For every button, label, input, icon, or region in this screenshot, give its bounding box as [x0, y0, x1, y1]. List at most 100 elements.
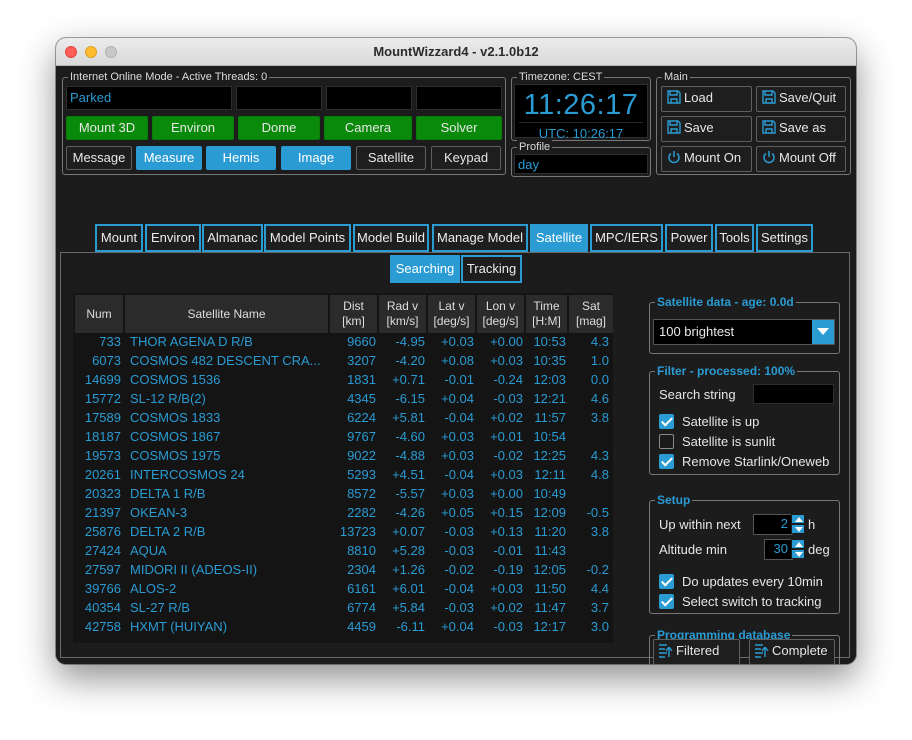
switch-to-tracking-checkbox[interactable] [659, 594, 674, 609]
cell-rad-v: +5.28 [392, 543, 425, 558]
tab-settings[interactable]: Settings [756, 224, 813, 252]
image-button[interactable]: Image [281, 146, 351, 170]
header-rad-v[interactable]: Rad v [km/s] [379, 295, 427, 333]
tab-almanac[interactable]: Almanac [202, 224, 263, 252]
header-sat-mag[interactable]: Sat [mag] [569, 295, 613, 333]
header-time[interactable]: Time [H:M] [526, 295, 568, 333]
table-row[interactable]: 27597 MIDORI II (ADEOS-II) 2304 +1.26 -0.02 -… [73, 561, 613, 580]
cell-name: COSMOS 1867 [130, 429, 221, 444]
window-title: MountWizzard4 - v2.1.0b12 [373, 44, 539, 59]
tab-tools[interactable]: Tools [715, 224, 754, 252]
header-num[interactable]: Num [75, 295, 124, 333]
cell-lon-v: -0.02 [493, 448, 523, 463]
mount-off-button[interactable]: Mount Off [756, 146, 846, 172]
search-string-input[interactable] [753, 384, 834, 404]
table-row[interactable]: 19573 COSMOS 1975 9022 -4.88 +0.03 -0.02 12:25… [73, 447, 613, 466]
load-button[interactable]: Load [661, 86, 752, 112]
cell-dist: 2304 [347, 562, 376, 577]
measure-button[interactable]: Measure [136, 146, 202, 170]
tab-environ[interactable]: Environ [145, 224, 201, 252]
profile-field[interactable]: day [514, 154, 648, 174]
up-within-input[interactable]: 2 [753, 514, 793, 535]
cell-num: 14699 [84, 372, 121, 387]
list-upload-icon [659, 644, 673, 658]
table-row[interactable]: 14699 COSMOS 1536 1831 +0.71 -0.01 -0.24 12:03… [73, 371, 613, 390]
satellite-source-select[interactable]: 100 brightest [653, 319, 835, 345]
chevron-down-icon[interactable] [812, 320, 834, 344]
cell-name: ALOS-2 [130, 581, 177, 596]
satellite-is-up-checkbox[interactable] [659, 414, 674, 429]
cell-time: 12:05 [533, 562, 566, 577]
altitude-min-decrement[interactable] [791, 549, 805, 559]
up-within-decrement[interactable] [791, 524, 805, 534]
tab-mount[interactable]: Mount [95, 224, 143, 252]
tab-power[interactable]: Power [665, 224, 713, 252]
cell-num: 18187 [84, 429, 121, 444]
remove-starlink-checkbox[interactable] [659, 454, 674, 469]
device-dome[interactable]: Dome [238, 116, 320, 140]
satellite-is-sunlit-checkbox[interactable] [659, 434, 674, 449]
up-within-increment[interactable] [791, 514, 805, 524]
device-camera[interactable]: Camera [324, 116, 412, 140]
up-within-label: Up within next [659, 517, 741, 532]
table-row[interactable]: 42758 HXMT (HUIYAN) 4459 -6.11 +0.04 -0.03 12:… [73, 618, 613, 637]
save-quit-button[interactable]: Save/Quit [756, 86, 846, 112]
device-environ[interactable]: Environ [152, 116, 234, 140]
tab-model-points[interactable]: Model Points [264, 224, 351, 252]
table-row[interactable]: 25876 DELTA 2 R/B 13723 +0.07 -0.03 +0.13 11:2… [73, 523, 613, 542]
switch-to-tracking-label: Select switch to tracking [682, 594, 822, 609]
table-row[interactable]: 20261 INTERCOSMOS 24 5293 +4.51 -0.04 +0.03 12… [73, 466, 613, 485]
header-satellite-name[interactable]: Satellite Name [125, 295, 329, 333]
header-lon-v[interactable]: Lon v [deg/s] [477, 295, 525, 333]
table-row[interactable]: 21397 OKEAN-3 2282 -4.26 +0.05 +0.15 12:09 -0.5 [73, 504, 613, 523]
cell-lon-v: -0.19 [493, 562, 523, 577]
header-dist[interactable]: Dist [km] [330, 295, 378, 333]
timezone-label: Timezone: CEST [517, 70, 605, 84]
cell-time: 12:09 [533, 505, 566, 520]
table-row[interactable]: 40354 SL-27 R/B 6774 +5.84 -0.03 +0.02 11:47 3.… [73, 599, 613, 618]
table-row[interactable]: 20323 DELTA 1 R/B 8572 -5.57 +0.03 +0.00 10:49 [73, 485, 613, 504]
cell-time: 12:11 [534, 467, 566, 482]
device-solver[interactable]: Solver [416, 116, 502, 140]
table-row[interactable]: 27424 AQUA 8810 +5.28 -0.03 -0.01 11:43 [73, 542, 613, 561]
subtab-searching[interactable]: Searching [390, 255, 460, 283]
tab-model-build[interactable]: Model Build [353, 224, 429, 252]
main-content: Internet Online Mode - Active Threads: 0… [56, 66, 856, 664]
do-updates-checkbox[interactable] [659, 574, 674, 589]
save-as-button[interactable]: Save as [756, 116, 846, 142]
program-complete-button[interactable]: Complete [749, 639, 835, 664]
satellite-table[interactable]: Num Satellite Name Dist [km] Rad v [km/s… [73, 293, 613, 643]
tab-satellite[interactable]: Satellite [530, 224, 588, 252]
hemis-button[interactable]: Hemis [206, 146, 276, 170]
table-row[interactable]: 6073 COSMOS 482 DESCENT CRA... 3207 -4.20 +0… [73, 352, 613, 371]
tab-manage-model[interactable]: Manage Model [432, 224, 528, 252]
altitude-min-increment[interactable] [791, 539, 805, 549]
keypad-button[interactable]: Keypad [431, 146, 501, 170]
cell-lat-v: +0.03 [441, 334, 474, 349]
satellite-data-label: Satellite data - age: 0.0d [655, 295, 796, 309]
device-mount-3d[interactable]: Mount 3D [66, 116, 148, 140]
main-group-label: Main [662, 70, 690, 84]
cell-lon-v: +0.02 [490, 600, 523, 615]
cell-lat-v: -0.04 [444, 467, 474, 482]
altitude-min-input[interactable]: 30 [764, 539, 793, 560]
satellite-is-up-label: Satellite is up [682, 414, 760, 429]
cell-lat-v: +0.03 [441, 486, 474, 501]
subtab-tracking[interactable]: Tracking [461, 255, 522, 283]
mount-on-button[interactable]: Mount On [661, 146, 752, 172]
table-row[interactable]: 15772 SL-12 R/B(2) 4345 -6.15 +0.04 -0.03 12:2… [73, 390, 613, 409]
header-lat-v[interactable]: Lat v [deg/s] [428, 295, 476, 333]
cell-name: COSMOS 1833 [130, 410, 221, 425]
program-filtered-button[interactable]: Filtered [653, 639, 740, 664]
message-button[interactable]: Message [66, 146, 132, 170]
save-button[interactable]: Save [661, 116, 752, 142]
table-row[interactable]: 17589 COSMOS 1833 6224 +5.81 -0.04 +0.02 11:57… [73, 409, 613, 428]
table-row[interactable]: 39766 ALOS-2 6161 +6.01 -0.04 +0.03 11:50 4.4 [73, 580, 613, 599]
satellite-button[interactable]: Satellite [356, 146, 426, 170]
setup-label: Setup [655, 493, 693, 507]
status-field-2 [236, 86, 322, 110]
table-row[interactable]: 733 THOR AGENA D R/B 9660 -4.95 +0.03 +0.00 10… [73, 333, 613, 352]
table-row[interactable]: 18187 COSMOS 1867 9767 -4.60 +0.03 +0.01 10:54 [73, 428, 613, 447]
tab-mpc-iers[interactable]: MPC/IERS [590, 224, 663, 252]
cell-mag: 4.8 [590, 467, 609, 482]
